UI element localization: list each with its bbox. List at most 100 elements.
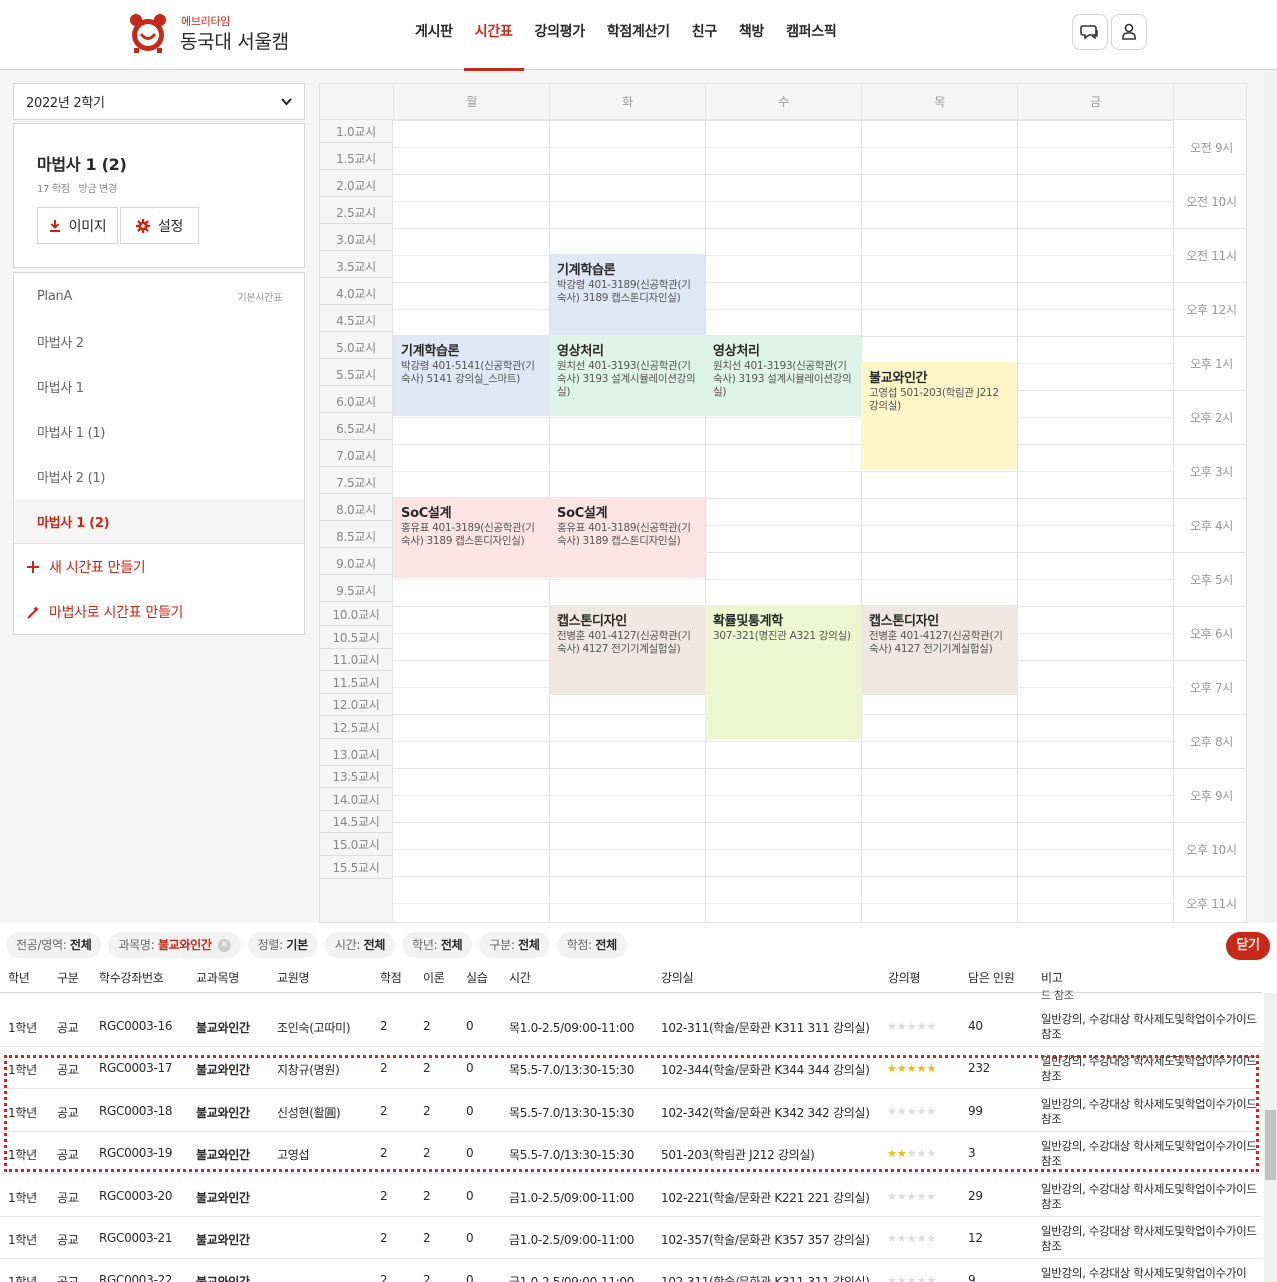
col-rating[interactable]: 강의평 [888, 969, 921, 986]
my-page-button[interactable] [1111, 14, 1147, 50]
course-block[interactable]: 영상처리 원치선 401-3193(신공학관(기숙사) 3193 설계시뮬레이션… [549, 335, 705, 416]
course-info: 고영섭 501-203(학림관 J212 강의실) [869, 387, 999, 412]
course-block[interactable]: 기계학습론 박강령 401-5141(신공학관(기숙사) 5141 강의실_스마… [393, 335, 549, 416]
col-time[interactable]: 시간 [509, 969, 531, 986]
grid-row-line [393, 147, 1173, 148]
cell-type: 공교 [57, 1190, 79, 1205]
period-label: 12.0교시 [320, 694, 392, 717]
filter-value: 전체 [518, 938, 540, 952]
period-label: 11.5교시 [320, 671, 392, 694]
col-theory[interactable]: 이론 [423, 969, 445, 986]
plan-item[interactable]: 마법사 1 (1) [14, 409, 304, 454]
day-header-wed: 수 [705, 84, 861, 120]
hour-label: 오전 10시 [1186, 195, 1237, 209]
table-row[interactable]: 1학년 공교 RGC0003-16 불교와인간 조인숙(고따미) 2 2 0 목1.0-2.5/… [0, 1005, 1262, 1047]
course-block[interactable]: 불교와인간 고영섭 501-203(학림관 J212 강의실) [861, 362, 1017, 470]
col-type[interactable]: 구분 [57, 969, 79, 986]
course-block[interactable]: SoC설계 홍유표 401-3189(신공학관(기숙사) 3189 캡스톤디자인… [549, 497, 705, 578]
plan-item-active[interactable]: 마법사 1 (2) [14, 499, 304, 544]
plan-item[interactable]: PlanA 기본시간표 [14, 274, 304, 319]
cell-professor: 지창규(명원) [277, 1063, 340, 1078]
nav-bookstore[interactable]: 책방 [728, 0, 775, 70]
plan-item[interactable]: 마법사 1 [14, 364, 304, 409]
table-scrollbar-thumb[interactable] [1265, 1110, 1276, 1180]
hour-label: 오후 5시 [1189, 573, 1234, 587]
course-info: 전병훈 401-4127(신공학관(기숙사) 4127 전기기계실험실) [869, 630, 1003, 655]
hour-label: 오후 4시 [1189, 519, 1234, 533]
col-code[interactable]: 학수강좌번호 [99, 969, 164, 986]
cell-count: 29 [968, 1188, 983, 1203]
table-row[interactable]: 1학년 공교 RGC0003-17 불교와인간 지창규(명원) 2 2 0 목5.5-7.0/1… [0, 1047, 1262, 1090]
nav-lecture-review[interactable]: 강의평가 [524, 0, 596, 70]
table-row[interactable]: 1학년 공교 RGC0003-20 불교와인간 2 2 0 금1.0-2.5/09:00-11… [0, 1175, 1262, 1217]
nav-friends[interactable]: 친구 [681, 0, 728, 70]
image-button[interactable]: 이미지 [37, 207, 118, 244]
filter-course-name[interactable]: 과목명: 불교와인간 ✕ [108, 932, 241, 958]
course-info: 홍유표 401-3189(신공학관(기숙사) 3189 캡스톤디자인실) [557, 522, 691, 547]
course-block[interactable]: 캡스톤디자인 전병훈 401-4127(신공학관(기숙사) 4127 전기기계실… [549, 605, 705, 695]
table-row[interactable]: 1학년 공교 RGC0003-21 불교와인간 2 2 0 금1.0-2.5/09:00-11… [0, 1217, 1262, 1259]
course-block[interactable]: 확률및통계학 307-321(명진관 A321 강의실) [705, 605, 861, 740]
course-block[interactable]: 기계학습론 박강령 401-3189(신공학관(기숙사) 3189 캡스톤디자인… [549, 254, 705, 335]
wizard-timetable-button[interactable]: 마법사로 시간표 만들기 [26, 602, 183, 622]
grid-row-line [393, 849, 1173, 850]
hour-label: 오후 6시 [1189, 627, 1234, 641]
cell-credit: 2 [380, 1019, 388, 1033]
download-icon [49, 220, 60, 232]
filter-type[interactable]: 구분: 전체 [479, 932, 550, 958]
filter-time[interactable]: 시간: 전체 [324, 932, 396, 958]
everytime-logo-icon[interactable] [128, 12, 168, 54]
nav-board[interactable]: 게시판 [404, 0, 464, 70]
cell-course-name: 불교와인간 [196, 1021, 250, 1035]
cell-theory: 2 [423, 1188, 431, 1203]
filter-value: 전체 [69, 938, 92, 952]
close-button[interactable]: 닫기 [1226, 932, 1270, 960]
col-professor[interactable]: 교원명 [277, 969, 310, 986]
clear-filter-icon[interactable]: ✕ [217, 939, 231, 952]
settings-button[interactable]: 설정 [120, 207, 199, 244]
star-icon: ★ [896, 1062, 907, 1076]
message-button[interactable] [1072, 14, 1108, 50]
hour-line [1173, 174, 1246, 175]
grid-row-line [393, 579, 1173, 580]
table-row[interactable]: 1학년 공교 RGC0003-19 불교와인간 고영섭 2 2 0 목5.5-7.0/13:30… [0, 1132, 1262, 1175]
nav-gpa-calculator[interactable]: 학점계산기 [596, 0, 681, 70]
period-label: 9.5교시 [320, 580, 392, 602]
hour-label: 오전 9시 [1189, 141, 1234, 155]
col-lab[interactable]: 실습 [466, 969, 488, 986]
new-timetable-button[interactable]: 새 시간표 만들기 [26, 557, 146, 577]
plan-label: 마법사 1 (2) [37, 515, 110, 531]
plan-item[interactable]: 마법사 2 (1) [14, 454, 304, 499]
table-row[interactable]: 1학년 공교 RGC0003-18 불교와인간 신성현(활圓) 2 2 0 목5.5-7.0/1… [0, 1090, 1262, 1132]
grid-column-line [1017, 120, 1018, 922]
col-count[interactable]: 담은 인원 [968, 969, 1015, 986]
filter-credit[interactable]: 학점: 전체 [556, 932, 627, 958]
nav-campuspick[interactable]: 캠퍼스픽 [775, 0, 847, 70]
cell-theory: 2 [423, 1103, 431, 1118]
cell-grade: 1학년 [8, 1233, 37, 1247]
campus-name[interactable]: 동국대 서울캠 [180, 27, 289, 54]
rating-stars: ★★★★★ [887, 1020, 936, 1033]
course-block[interactable]: SoC설계 홍유표 401-3189(신공학관(기숙사) 3189 캡스톤디자인… [393, 497, 549, 578]
table-row[interactable]: 1학년 공교 RGC0003-22 불교와인간 2 2 0 금1.0-2.5/09:00-11… [0, 1259, 1262, 1282]
course-block[interactable]: 영상처리 원치선 401-3193(신공학관(기숙사) 3193 설계시뮬레이션… [705, 335, 861, 416]
page-scrollbar[interactable] [1264, 70, 1277, 923]
credit-summary: 17 학점 방금 변경 [37, 184, 117, 195]
semester-select[interactable]: 2022년 2학기 [13, 83, 305, 120]
course-block[interactable]: 캡스톤디자인 전병훈 401-4127(신공학관(기숙사) 4127 전기기계실… [861, 605, 1017, 695]
col-note[interactable]: 비고 [1041, 969, 1063, 986]
star-icon: ★ [896, 1274, 907, 1282]
cell-time: 금1.0-2.5/09:00-11:00 [509, 1190, 635, 1205]
filter-grade[interactable]: 학년: 전체 [402, 932, 473, 958]
col-grade[interactable]: 학년 [8, 969, 30, 986]
filter-sort[interactable]: 정렬: 기본 [247, 932, 318, 958]
col-course-name[interactable]: 교과목명 [196, 969, 239, 986]
col-credit[interactable]: 학점 [380, 969, 402, 986]
cell-count: 232 [968, 1061, 991, 1076]
timetable-grid: 월 화 수 목 금 1.0교시 1.5교시 2.0교시 2.5교시 3.0교시 3.5교시… [319, 83, 1247, 923]
filter-major[interactable]: 전공/영역: 전체 [6, 932, 102, 958]
col-room[interactable]: 강의실 [661, 969, 694, 986]
magic-wand-icon [27, 606, 39, 619]
nav-timetable[interactable]: 시간표 [463, 0, 524, 71]
plan-item[interactable]: 마법사 2 [14, 319, 304, 364]
